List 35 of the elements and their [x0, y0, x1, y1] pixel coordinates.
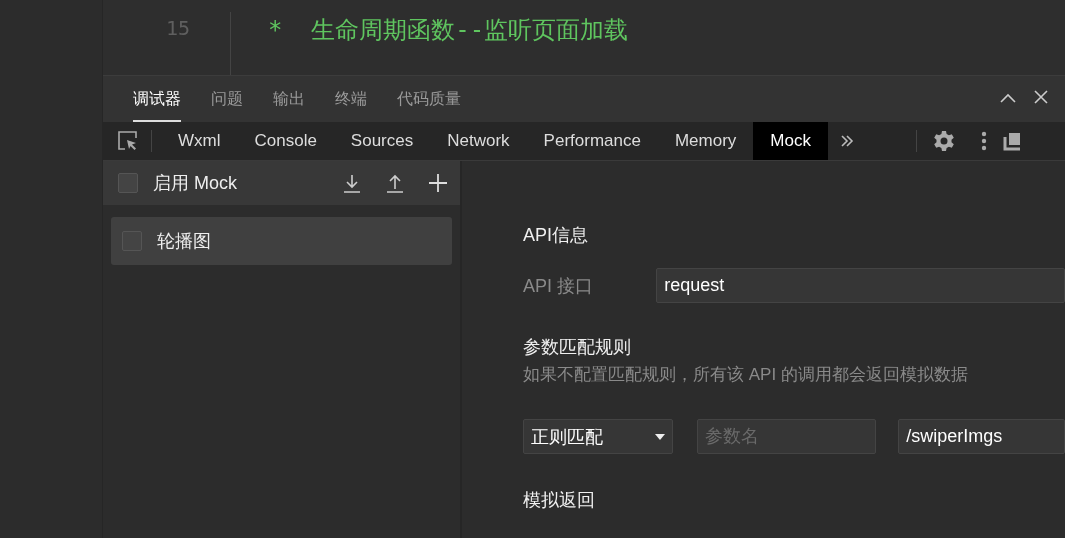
code-comment: * 生命周期函数--监听页面加载 — [268, 16, 629, 44]
devtools-tab[interactable]: Performance — [526, 122, 658, 160]
section-title: 模拟返回 — [523, 489, 596, 512]
collapse-icon[interactable] — [999, 92, 1017, 104]
more-options-icon[interactable] — [980, 131, 987, 151]
panel-tab[interactable]: 终端 — [335, 76, 367, 122]
devtools-tab[interactable]: Memory — [657, 122, 754, 160]
devtools-tab[interactable]: Wxml — [161, 122, 238, 160]
devtools-tab[interactable]: Mock — [753, 122, 828, 160]
dock-icon[interactable] — [1002, 131, 1020, 151]
add-icon[interactable] — [428, 173, 448, 193]
devtools-tab[interactable]: Sources — [333, 122, 431, 160]
section-title: API信息 — [523, 224, 589, 247]
hint-text: 如果不配置匹配规则，所有该 API 的调用都会返回模拟数据 — [523, 364, 969, 386]
upload-icon[interactable] — [385, 173, 405, 193]
panel-tab[interactable]: 输出 — [273, 76, 305, 122]
mock-rule-item[interactable]: 轮播图 — [111, 217, 452, 265]
devtools-tab[interactable]: Console — [237, 122, 334, 160]
section-title: 参数匹配规则 — [523, 336, 632, 359]
settings-icon[interactable] — [932, 130, 955, 152]
panel-tab[interactable]: 问题 — [211, 76, 243, 122]
field-label: API 接口 — [523, 274, 594, 298]
panel-tab[interactable]: 代码质量 — [397, 76, 461, 122]
checkbox[interactable] — [118, 173, 138, 193]
more-tabs-icon[interactable] — [839, 134, 854, 148]
dropdown-caret-icon — [655, 433, 666, 440]
rule-name: 轮播图 — [157, 230, 211, 253]
api-field[interactable]: request — [656, 268, 1065, 303]
match-type-dropdown[interactable]: 正则匹配 — [523, 419, 674, 454]
download-icon[interactable] — [342, 173, 362, 193]
close-icon[interactable] — [1033, 89, 1049, 105]
enable-mock-label: 启用 Mock — [153, 172, 238, 195]
param-value-field[interactable]: /swiperImgs — [898, 419, 1065, 454]
devtools-tab[interactable]: Network — [430, 122, 527, 160]
element-picker-icon[interactable] — [117, 130, 139, 152]
